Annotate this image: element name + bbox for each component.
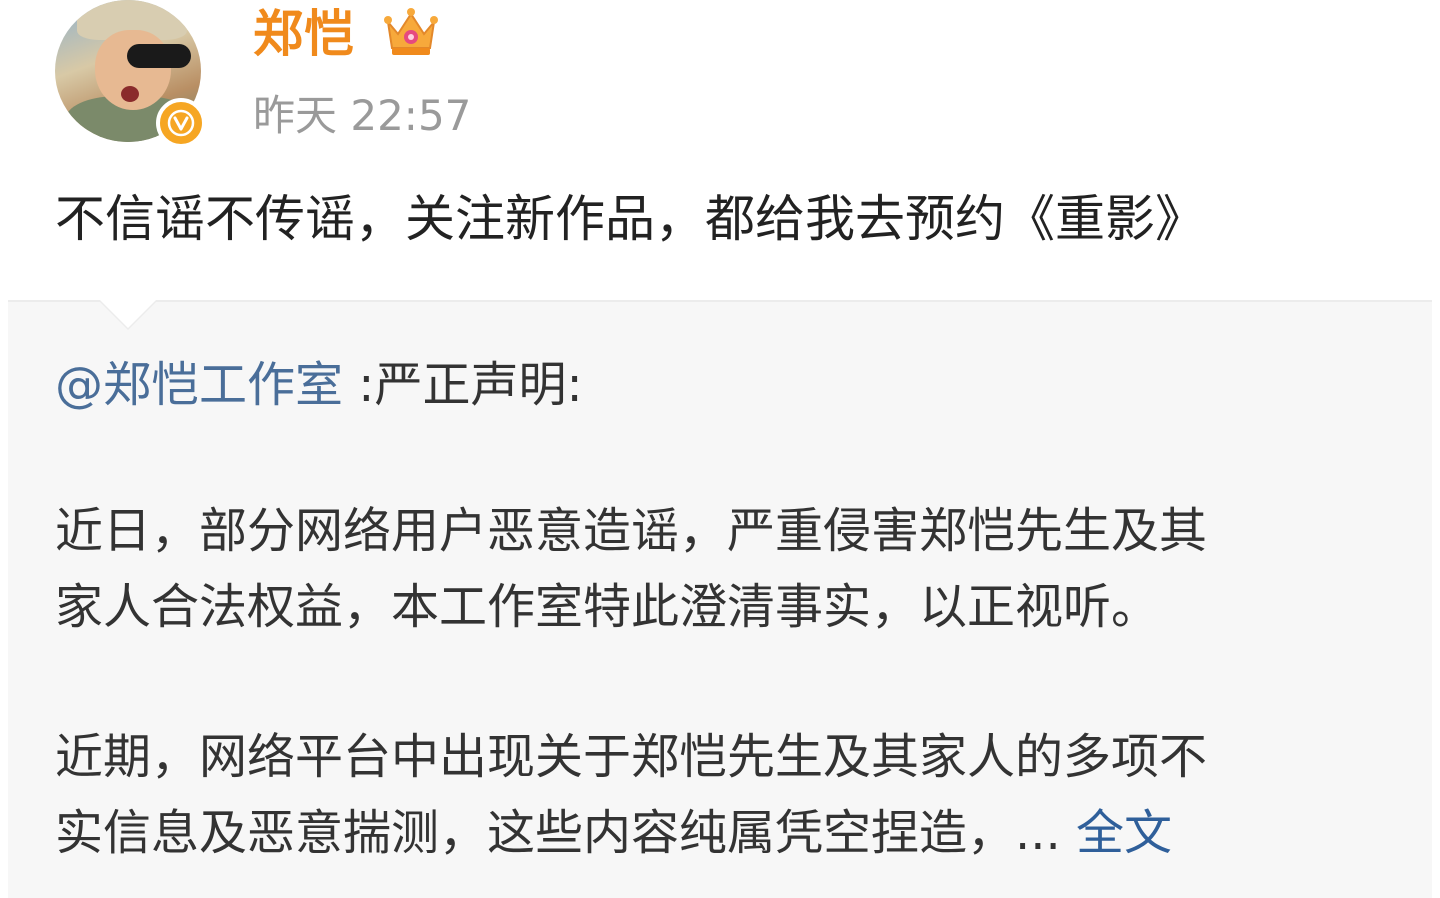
full-text-link[interactable]: 全文 xyxy=(1076,805,1172,861)
post-timestamp: 昨天 22:57 xyxy=(253,91,472,140)
weibo-post: 郑恺 昨天 22:57 不信谣不传谣，关注新作品，都给我去预约《重影》 @郑恺工… xyxy=(0,0,1440,898)
verified-v-icon xyxy=(156,98,206,148)
quote-paragraph2-line1: 近期，网络平台中出现关于郑恺先生及其家人的多项不 xyxy=(55,729,1208,785)
quote-paragraph1-line1: 近日，部分网络用户恶意造谣，严重侵害郑恺先生及其 xyxy=(55,503,1208,559)
quote-pointer xyxy=(100,300,156,328)
avatar-sunglasses-shape xyxy=(127,44,191,68)
quote-paragraph1-line2: 家人合法权益，本工作室特此澄清事实，以正视听。 xyxy=(55,579,1160,635)
quote-title: :严正声明: xyxy=(343,357,583,413)
crown-icon xyxy=(384,8,438,55)
avatar-mouth-shape xyxy=(121,86,139,102)
quote-header: @郑恺工作室 :严正声明: xyxy=(55,352,583,418)
quote-paragraph2-line2-text: 实信息及恶意揣测，这些内容纯属凭空捏造，... xyxy=(55,805,1077,861)
author-name[interactable]: 郑恺 xyxy=(253,2,355,66)
mention-link[interactable]: @郑恺工作室 xyxy=(55,357,343,413)
post-text: 不信谣不传谣，关注新作品，都给我去预约《重影》 xyxy=(55,190,1205,248)
quote-paragraph2-line2: 实信息及恶意揣测，这些内容纯属凭空捏造，... 全文 xyxy=(55,800,1172,866)
